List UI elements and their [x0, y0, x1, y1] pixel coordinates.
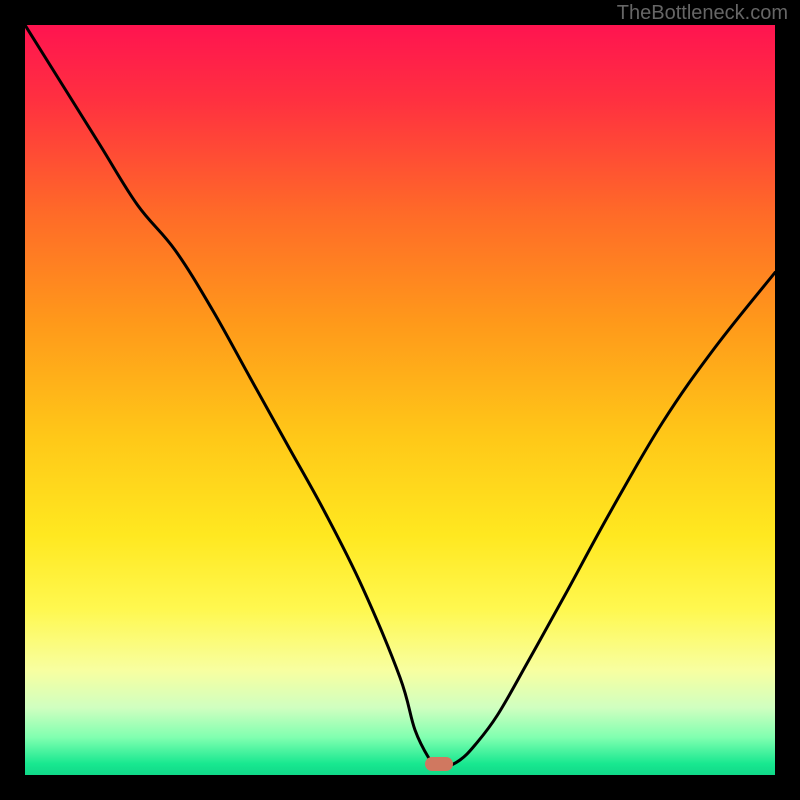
bottleneck-curve: [25, 25, 775, 775]
plot-area: [25, 25, 775, 775]
optimal-marker: [425, 757, 453, 771]
watermark-text: TheBottleneck.com: [617, 2, 788, 25]
